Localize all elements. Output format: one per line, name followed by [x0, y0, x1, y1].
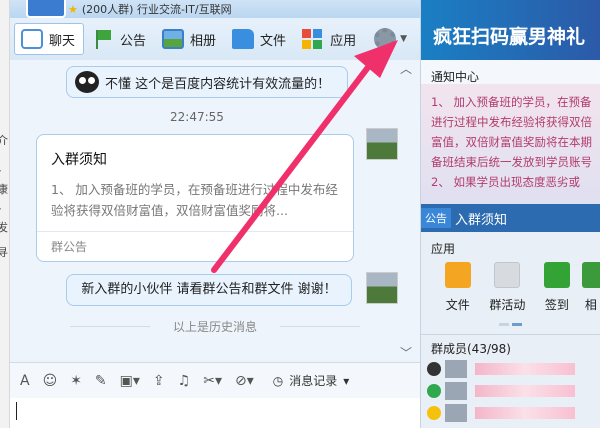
image-icon[interactable]: ▣▾ — [120, 373, 140, 389]
dialog-icon — [427, 384, 441, 398]
members-header: 群成员(43/98) — [421, 334, 600, 358]
right-sidebar: 疯狂扫码赢男神礼 通知中心 1、 加入预备班的学员，在预备 进行过程中发布经验将… — [420, 0, 600, 428]
emoji-icon[interactable]: ☺ — [43, 373, 58, 389]
grid-icon — [494, 262, 521, 288]
app-checkin[interactable]: 签到 — [532, 262, 582, 313]
edit-icon[interactable]: ✎ — [95, 373, 107, 389]
member-avatar — [445, 382, 467, 400]
member-row[interactable] — [421, 358, 600, 380]
notice-line: 富值，双倍财富值奖励将在本期 — [431, 135, 592, 149]
font-icon[interactable]: A — [20, 373, 30, 389]
notice-tag: 公告 — [421, 208, 451, 228]
shake-icon[interactable]: ✶ — [70, 373, 82, 389]
app-label: 文件 — [445, 298, 470, 312]
promo-banner[interactable]: 疯狂扫码赢男神礼 — [421, 0, 600, 60]
message-input[interactable] — [10, 398, 420, 428]
scissors-icon[interactable]: ✂▾ — [203, 373, 222, 389]
notice-line: 1、 加入预备班的学员，在预备 — [431, 95, 592, 109]
apps-list: 文件 群活动 签到 相 — [421, 262, 600, 313]
member-name-blurred — [475, 385, 575, 397]
text-cursor — [16, 402, 17, 420]
member-name-blurred — [475, 363, 575, 375]
app-group-activity[interactable]: 群活动 — [483, 262, 533, 313]
notice-content[interactable]: 1、 加入预备班的学员，在预备 进行过程中发布经验将获得双倍 富值，双倍财富值奖… — [421, 84, 600, 204]
block-icon[interactable]: ⊘▾ — [235, 373, 254, 389]
member-avatar — [445, 404, 467, 422]
apps-header: 应用 — [431, 242, 456, 256]
member-row[interactable] — [421, 380, 600, 402]
app-album[interactable]: 相 — [581, 262, 600, 313]
app-label: 签到 — [544, 298, 569, 312]
notice-header: 通知中心 — [421, 60, 600, 84]
notice-title-bar[interactable]: 公告 入群须知 — [421, 204, 600, 232]
qq-penguin-icon — [427, 362, 441, 376]
input-toolbar: A ☺ ✶ ✎ ▣▾ ⇪ ♫ ✂▾ ⊘▾ ◷ 消息记录 ▾ — [10, 362, 420, 398]
chevron-down-icon[interactable]: ▾ — [343, 374, 349, 388]
app-label: 群活动 — [489, 298, 526, 312]
notice-line: 备班结束后统一发放到学员账号 — [431, 155, 592, 169]
folder-icon — [444, 262, 471, 288]
photo-icon — [581, 262, 600, 288]
star-icon — [427, 406, 441, 420]
app-label: 相 — [584, 298, 597, 312]
checkbox-icon — [543, 262, 570, 288]
member-name-blurred — [475, 407, 575, 419]
member-row[interactable] — [421, 402, 600, 424]
app-files[interactable]: 文件 — [433, 262, 483, 313]
page-dots — [421, 323, 600, 326]
music-icon[interactable]: ♫ — [178, 373, 191, 389]
member-avatar — [445, 360, 467, 378]
notice-line: 进行过程中发布经验将获得双倍 — [431, 115, 592, 129]
notice-line: 2、 如果学员出现态度恶劣或 — [431, 175, 580, 189]
history-clock-icon[interactable]: ◷ — [273, 374, 283, 388]
notice-title: 入群须知 — [455, 212, 508, 228]
upload-icon[interactable]: ⇪ — [153, 373, 165, 389]
message-history-button[interactable]: 消息记录 — [289, 372, 337, 389]
